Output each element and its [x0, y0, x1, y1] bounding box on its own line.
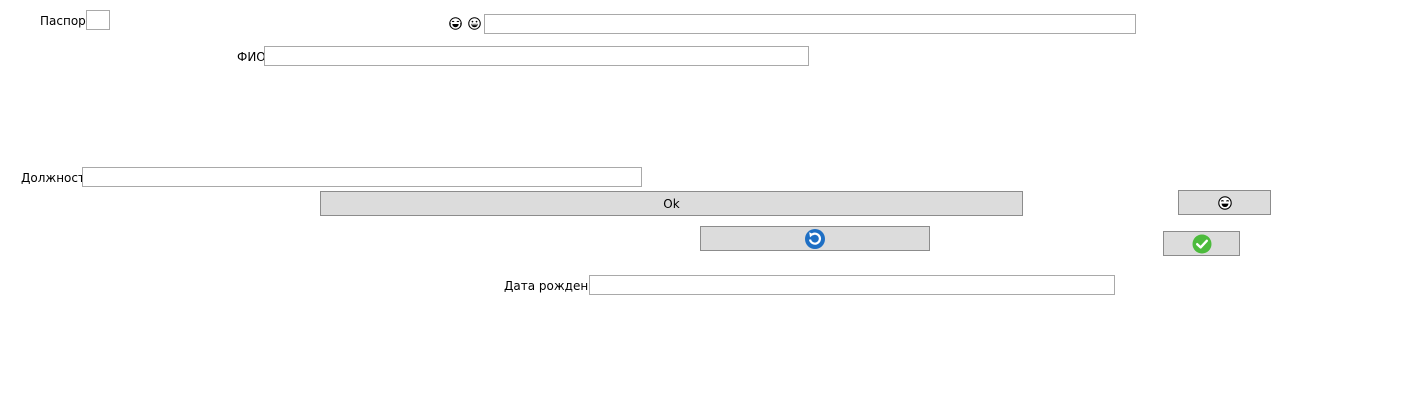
grinning-face-icon[interactable] [468, 17, 481, 30]
passport-label: Паспорт [40, 14, 93, 28]
birthdate-field[interactable] [589, 275, 1115, 295]
checkmark-icon [1192, 234, 1211, 253]
face-with-tears-of-joy-icon [1217, 195, 1232, 210]
fio-field[interactable] [264, 46, 809, 66]
position-field[interactable] [82, 167, 642, 187]
top-text-field[interactable] [484, 14, 1136, 34]
ok-button-label: Ok [663, 196, 680, 211]
refresh-icon [805, 228, 825, 249]
passport-field[interactable] [86, 10, 110, 30]
ok-button[interactable]: Ok [320, 191, 1023, 216]
fio-label: ФИО [237, 50, 266, 64]
face-with-tears-of-joy-icon[interactable] [449, 17, 462, 30]
refresh-button[interactable] [700, 226, 930, 251]
emoji-button[interactable] [1178, 190, 1271, 215]
confirm-button[interactable] [1163, 231, 1240, 256]
